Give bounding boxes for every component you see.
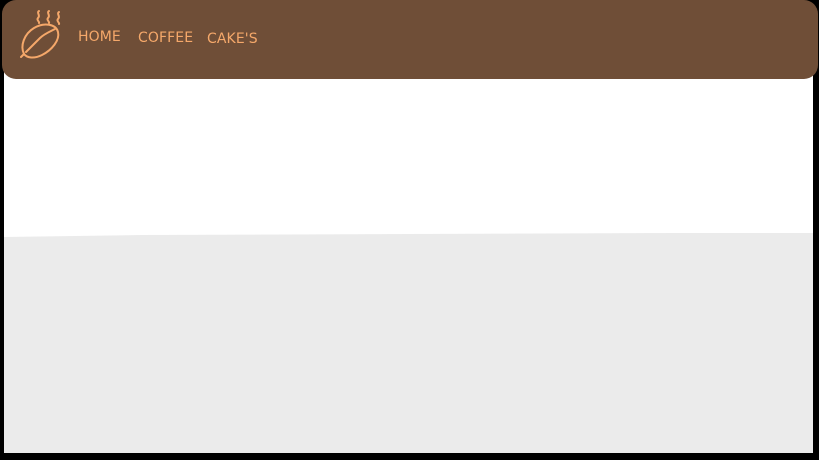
top-navbar: HOME COFFEE CAKE'S	[2, 0, 818, 79]
nav-link-coffee[interactable]: COFFEE	[138, 30, 193, 46]
content-section	[4, 233, 813, 453]
nav-link-home[interactable]: HOME	[78, 29, 121, 45]
coffee-bean-steam-icon	[20, 10, 61, 59]
hero-section	[4, 68, 813, 240]
nav-link-cakes[interactable]: CAKE'S	[207, 31, 258, 47]
page-frame: HOME COFFEE CAKE'S	[0, 0, 819, 460]
logo[interactable]	[18, 6, 66, 62]
